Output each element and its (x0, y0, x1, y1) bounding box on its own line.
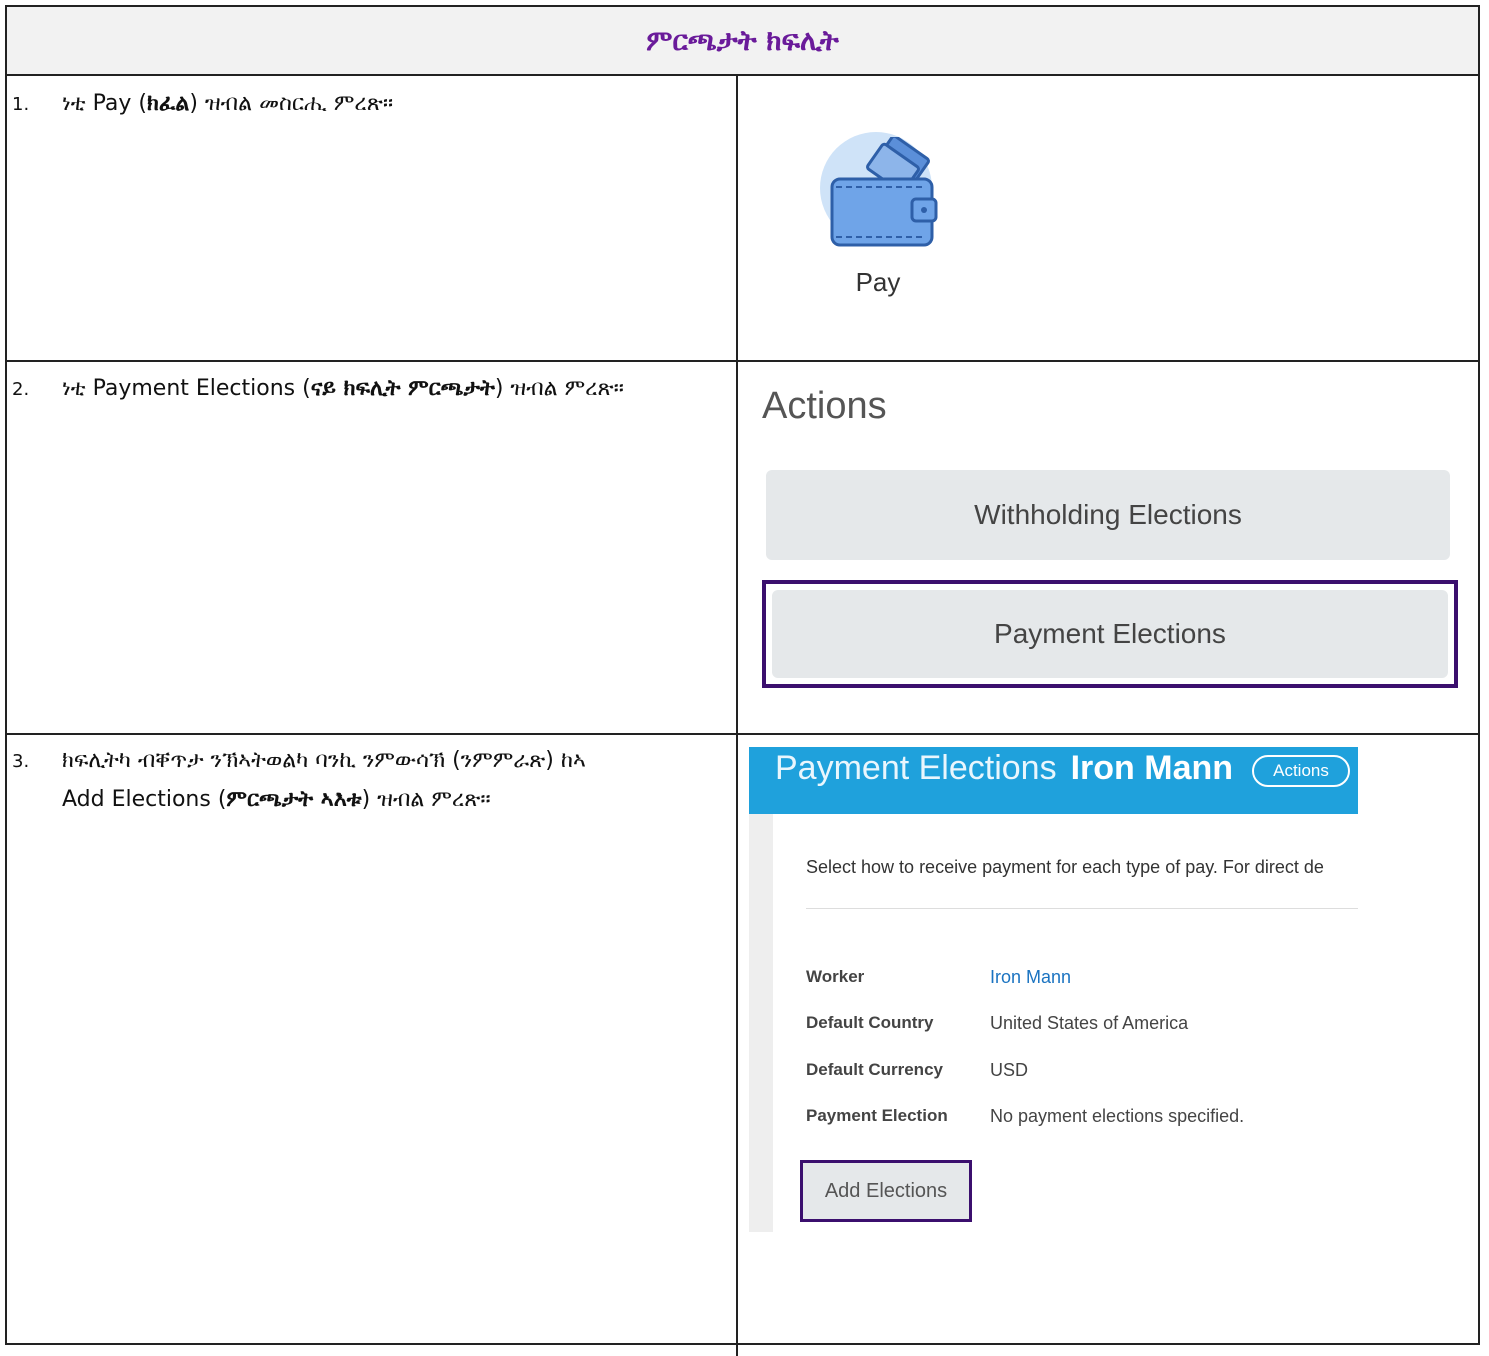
field-label-payment-election: Payment Election (806, 1106, 948, 1125)
column-divider (736, 76, 738, 1356)
field-label-default-currency: Default Currency (806, 1060, 943, 1079)
table-header-row: ምርጫታት ክፍሊት (7, 7, 1478, 76)
field-value-payment-election: No payment elections specified. (990, 1106, 1245, 1126)
pay-label: Pay (855, 267, 901, 297)
page-title-text: Payment Elections (775, 749, 1057, 787)
step-2-instruction: 2. ነቲ Payment Elections (ናይ ክፍሊት ምርጫታት) ዝ… (12, 370, 712, 409)
row-divider (7, 733, 1478, 735)
document-title: ምርጫታት ክፍሊት (646, 23, 839, 57)
page-header: Payment Elections Iron Mann Actions (749, 747, 1358, 814)
payment-elections-page: Payment Elections Iron Mann Actions Selec… (749, 747, 1358, 1232)
withholding-elections-button[interactable]: Withholding Elections (766, 470, 1450, 560)
step-text-bold: ናይ ክፍሊት ምርጫታት (310, 376, 495, 401)
highlight-frame: Payment Elections (762, 580, 1458, 688)
step-3-instruction: 3. ክፍሊትካ ብቐጥታ ንኽኣትወልካ ባንኪ ንምውሳኽ (ንምምራጽ) ከ… (12, 742, 712, 819)
step-text-suffix: ) ዝብል ምረጽ። (361, 787, 491, 812)
row-divider (7, 360, 1478, 362)
actions-heading: Actions (762, 385, 887, 427)
field-value-default-country: United States of America (990, 1013, 1189, 1033)
step-text-prefix: ነቲ Payment Elections ( (62, 376, 311, 401)
field-label-default-country: Default Country (806, 1013, 934, 1032)
step-text-suffix: ) ዝብል መስርሒ ምረጽ። (189, 91, 394, 116)
step-number: 3. (12, 751, 30, 772)
step-text-bold: ክፈል (146, 91, 190, 116)
step-text-suffix: ) ዝብል ምረጽ። (494, 376, 624, 401)
wallet-icon (830, 137, 938, 247)
worker-link[interactable]: Iron Mann (990, 967, 1071, 988)
add-elections-button[interactable]: Add Elections (800, 1160, 972, 1222)
step-text-prefix: Add Elections ( (62, 787, 227, 812)
worker-name-heading: Iron Mann (1070, 749, 1234, 787)
pay-tile[interactable]: Pay (818, 132, 948, 322)
step-1-instruction: 1. ነቲ Pay (ክፈል) ዝብል መስርሒ ምረጽ። (12, 85, 712, 124)
instructions-text: Select how to receive payment for each t… (806, 857, 1324, 877)
field-value-default-currency: USD (990, 1060, 1029, 1080)
actions-button[interactable]: Actions (1252, 755, 1350, 787)
field-label-worker: Worker (806, 967, 865, 986)
divider (806, 908, 1358, 909)
step-number: 2. (12, 379, 30, 400)
step-text-prefix: ነቲ Pay ( (62, 91, 147, 116)
step-text-bold: ምርጫታት ኣእቱ (226, 787, 362, 812)
page-title: Payment Elections Iron Mann (775, 749, 1233, 788)
step-number: 1. (12, 94, 30, 115)
step-text-line1: ክፍሊትካ ብቐጥታ ንኽኣትወልካ ባንኪ ንምውሳኽ (ንምምራጽ) ከኣ (62, 748, 586, 773)
payment-elections-button[interactable]: Payment Elections (772, 590, 1448, 678)
